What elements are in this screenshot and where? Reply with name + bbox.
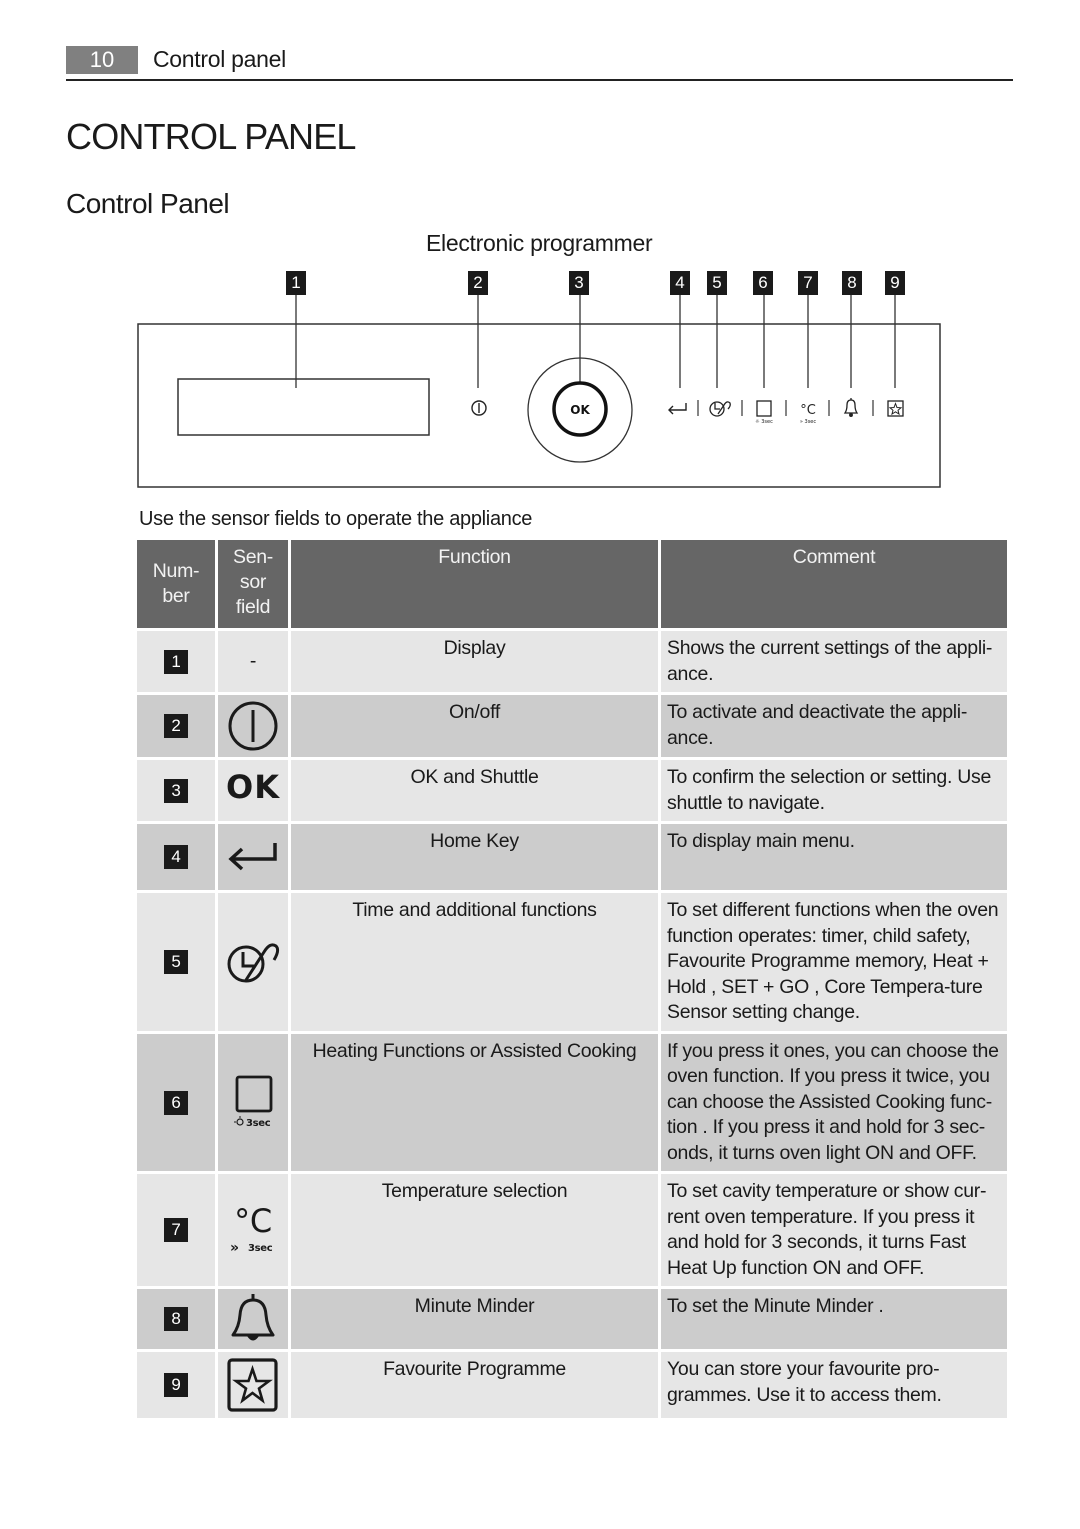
function-comment: To set cavity temperature or show cur-re… <box>661 1174 1007 1286</box>
panel-drawing: OK ☼ 3sec °C » 3sec <box>137 295 941 488</box>
function-name: Home Key <box>291 824 658 890</box>
leader-lines <box>295 295 896 388</box>
power-icon <box>471 400 487 416</box>
table-row: 5 Time and additional functions To set d… <box>137 893 1007 1031</box>
clock-functions-icon <box>227 943 280 983</box>
header-comment: Comment <box>661 540 1007 628</box>
sensor-fields-table: Num- ber Sen- sor field Function Comment… <box>134 537 1010 1421</box>
oven-light-hold-label: ☼ 3sec <box>755 419 773 425</box>
table-row: 1 - Display Shows the current settings o… <box>137 631 1007 692</box>
row-number: 6 <box>164 1090 188 1115</box>
bell-icon <box>231 1294 275 1341</box>
row-number: 1 <box>164 649 188 674</box>
clock-functions-icon <box>709 401 731 417</box>
row-number: 9 <box>164 1373 188 1398</box>
panel-outline <box>137 323 941 488</box>
function-name: Favourite Programme <box>291 1352 658 1418</box>
table-row: 7 °C » 3sec Temperature selection To set… <box>137 1174 1007 1286</box>
home-return-icon <box>668 403 687 415</box>
row-number: 5 <box>164 950 188 974</box>
function-name: Temperature selection <box>291 1174 658 1286</box>
oven-function-light-icon: 3sec <box>234 1075 273 1129</box>
row-number: 7 <box>164 1218 188 1243</box>
function-name: Time and additional functions <box>291 893 658 1031</box>
function-comment: You can store your favourite pro-grammes… <box>661 1352 1007 1418</box>
table-header-row: Num- ber Sen- sor field Function Comment <box>137 540 1007 628</box>
temperature-icon: °C » 3sec <box>230 1202 273 1256</box>
function-comment: To set the Minute Minder . <box>661 1289 1007 1349</box>
function-comment: Shows the current settings of the appli-… <box>661 631 1007 692</box>
row-number: 8 <box>164 1307 188 1332</box>
oven-function-icon <box>756 400 772 417</box>
home-return-icon <box>228 843 277 871</box>
function-comment: To display main menu. <box>661 824 1007 890</box>
power-icon <box>228 701 278 751</box>
table-row: 6 3sec Heating Functions or Assisted Coo… <box>137 1033 1007 1171</box>
table-row: 4 Home Key To display main menu. <box>137 824 1007 890</box>
function-comment: To set different functions when the oven… <box>661 893 1007 1031</box>
ok-icon: OK <box>226 768 280 807</box>
function-comment: To confirm the selection or setting. Use… <box>661 760 1007 821</box>
ok-label: OK <box>570 403 590 417</box>
function-comment: If you press it ones, you can choose the… <box>661 1033 1007 1171</box>
header-function: Function <box>291 540 658 628</box>
control-panel-diagram: 1 2 3 4 5 6 7 8 9 OK ☼ 3sec °C » 3sec <box>0 0 1080 500</box>
svg-text:°C: °C <box>234 1202 272 1240</box>
sensor-none: - <box>218 631 288 692</box>
row-number: 2 <box>164 714 188 739</box>
function-name: Minute Minder <box>291 1289 658 1349</box>
table-row: 2 On/off To activate and deactivate the … <box>137 695 1007 757</box>
function-name: Display <box>291 631 658 692</box>
table-row: 8 Minute Minder To set the Minute Minder… <box>137 1289 1007 1349</box>
star-icon <box>227 1358 278 1412</box>
bell-icon <box>843 398 859 417</box>
table-row: 3 OK OK and Shuttle To confirm the selec… <box>137 760 1007 821</box>
row-number: 4 <box>164 845 188 870</box>
table-caption: Use the sensor fields to operate the app… <box>139 508 533 530</box>
svg-text:»: » <box>230 1240 239 1256</box>
function-comment: To activate and deactivate the appli-anc… <box>661 695 1007 757</box>
header-number: Num- ber <box>137 540 215 628</box>
function-name: On/off <box>291 695 658 757</box>
hold-label: 3sec <box>248 1243 273 1254</box>
function-name: Heating Functions or Assisted Cooking <box>291 1033 658 1171</box>
row-number: 3 <box>164 778 188 803</box>
temperature-icon: °C <box>800 403 816 418</box>
display-window <box>177 378 430 436</box>
fast-heat-hold-label: » 3sec <box>800 419 817 425</box>
hold-label: 3sec <box>246 1118 271 1129</box>
header-sensor-field: Sen- sor field <box>218 540 288 628</box>
function-name: OK and Shuttle <box>291 760 658 821</box>
table-row: 9 Favourite Programme You can store your… <box>137 1352 1007 1418</box>
